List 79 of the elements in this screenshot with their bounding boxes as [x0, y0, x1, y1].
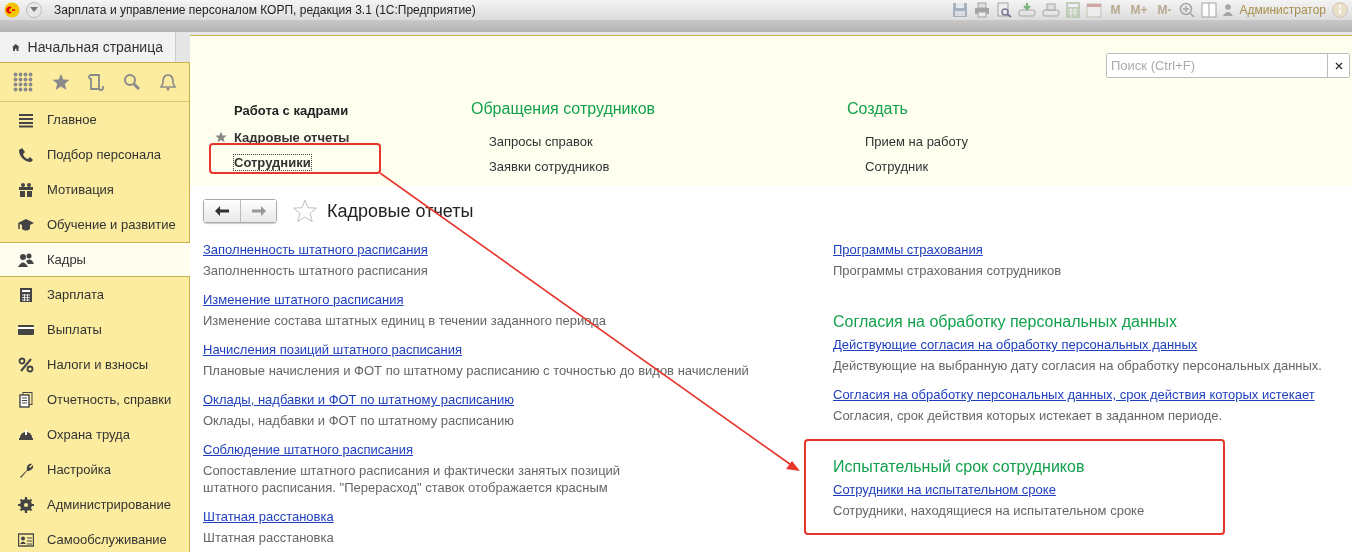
phone-icon — [18, 146, 34, 163]
star-icon[interactable] — [51, 73, 70, 91]
nav-item[interactable]: Главное — [0, 102, 189, 137]
calculator-icon[interactable] — [1066, 2, 1081, 18]
report-description: Сопоставление штатного расписания и фактически занятых позиций штатного расписания. "Перерасход" ставок отображается красным — [203, 462, 622, 497]
nav-item[interactable]: Настройка — [0, 452, 189, 487]
nav-item[interactable]: Самообслуживание — [0, 522, 189, 552]
window-title: Зарплата и управление персоналом КОРП, редакция 3.1 (1С:Предприятие) — [54, 3, 476, 17]
idcard-icon — [18, 531, 34, 548]
report-description: Заполненность штатного расписания — [203, 262, 429, 280]
nav-item[interactable]: Отчетность, справки — [0, 382, 189, 417]
menu-heading: Обращения сотрудников — [471, 99, 657, 119]
apps-grid-icon[interactable] — [13, 72, 34, 92]
nav-item[interactable]: Администрирование — [0, 487, 189, 522]
report-description: Согласия, срок действия которых истекает в заданном периоде. — [833, 407, 1224, 425]
menu-link[interactable]: Прием на работу — [865, 134, 969, 149]
bell-icon[interactable] — [159, 73, 176, 91]
caret-icon — [30, 7, 38, 13]
nav-item[interactable]: Выплаты — [0, 312, 189, 347]
panel-icon[interactable] — [1201, 2, 1218, 18]
right-arrow-icon — [251, 206, 266, 216]
report-description: Оклады, надбавки и ФОТ по штатному расписанию — [203, 412, 515, 430]
group-heading: Испытательный срок сотрудников — [833, 457, 1086, 477]
zoom-icon[interactable] — [1179, 2, 1196, 18]
nav-item[interactable]: Налоги и взносы — [0, 347, 189, 382]
report-link[interactable]: Изменение штатного расписания — [203, 290, 404, 310]
calculator-icon — [18, 286, 34, 303]
calendar-icon[interactable] — [1086, 2, 1103, 18]
cap-icon — [18, 216, 34, 233]
home-tab[interactable]: Начальная страница — [0, 32, 176, 62]
menu-link[interactable]: Сотрудник — [865, 159, 929, 174]
history-icon[interactable] — [88, 73, 105, 91]
report-link[interactable]: Программы страхования — [833, 240, 983, 260]
report-link[interactable]: Сотрудники на испытательном сроке — [833, 480, 1056, 500]
report-link[interactable]: Соблюдение штатного расписания — [203, 440, 413, 460]
search-field[interactable]: Поиск (Ctrl+F) — [1106, 53, 1350, 78]
report-link[interactable]: Штатная расстановка — [203, 507, 334, 527]
report-description: Программы страхования сотрудников — [833, 262, 1063, 280]
dropdown-button[interactable] — [26, 2, 42, 18]
menu-heading: Создать — [847, 99, 909, 119]
back-button[interactable] — [204, 200, 240, 222]
close-icon — [1334, 61, 1343, 70]
save-icon[interactable] — [952, 2, 969, 18]
percent-icon — [18, 356, 34, 373]
menu-icon — [18, 111, 34, 128]
favorite-star-icon[interactable] — [293, 199, 317, 223]
clear-button[interactable] — [1327, 54, 1349, 77]
logo-icon — [4, 2, 20, 18]
menu-link[interactable]: Заявки сотрудников — [489, 159, 610, 174]
info-icon[interactable] — [1332, 2, 1348, 18]
user-icon — [1223, 4, 1234, 16]
report-link[interactable]: Действующие согласия на обработку персональных данных — [833, 335, 1198, 355]
report-link[interactable]: Начисления позиций штатного расписания — [203, 340, 463, 360]
report-link[interactable]: Согласия на обработку персональных данных, срок действия которых истекает — [833, 385, 1315, 405]
menu-link[interactable]: Запросы справок — [489, 134, 593, 149]
nav-item[interactable]: Охрана труда — [0, 417, 189, 452]
wrench-icon — [18, 461, 34, 478]
menu-link[interactable]: Сотрудники — [234, 155, 311, 170]
preview-icon[interactable] — [996, 2, 1013, 18]
nav-item[interactable]: Кадры — [0, 242, 190, 277]
nav-item[interactable]: Подбор персонала — [0, 137, 189, 172]
menu-link[interactable]: Кадровые отчеты — [234, 130, 350, 145]
left-arrow-icon — [215, 206, 229, 216]
search-icon[interactable] — [123, 73, 142, 91]
print-icon[interactable] — [974, 2, 991, 18]
gift-icon — [18, 181, 34, 198]
report-description: Штатная расстановка — [203, 529, 335, 547]
nav-item[interactable]: Зарплата — [0, 277, 189, 312]
nav-item[interactable]: Мотивация — [0, 172, 189, 207]
menu-heading: Работа с кадрами — [234, 102, 350, 120]
report-description: Сотрудники, находящиеся на испытательном сроке — [833, 502, 1146, 520]
report-description: Действующие на выбранную дату согласия на обработку персональных данных. — [833, 357, 1323, 375]
report-link[interactable]: Оклады, надбавки и ФОТ по штатному расписанию — [203, 390, 514, 410]
people-icon — [18, 251, 34, 268]
documents-icon — [18, 391, 34, 408]
report-link[interactable]: Заполненность штатного расписания — [203, 240, 428, 260]
group-heading: Согласия на обработку персональных данных — [833, 312, 1179, 332]
nav-item[interactable]: Обучение и развитие — [0, 207, 189, 242]
gear-icon — [18, 496, 34, 513]
